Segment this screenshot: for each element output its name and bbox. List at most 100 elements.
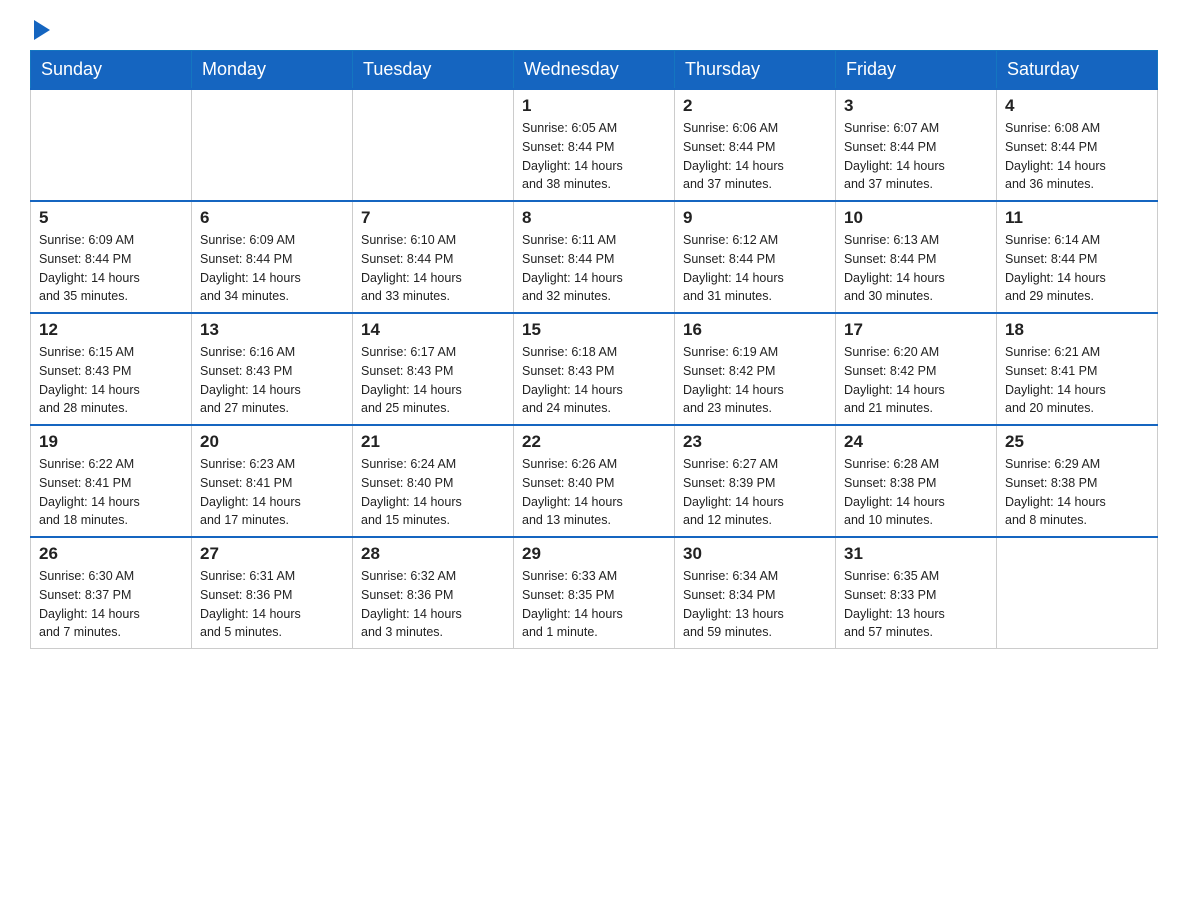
day-number: 7: [361, 208, 505, 228]
day-info: Sunrise: 6:05 AMSunset: 8:44 PMDaylight:…: [522, 119, 666, 194]
weekday-header-wednesday: Wednesday: [514, 51, 675, 90]
day-info: Sunrise: 6:33 AMSunset: 8:35 PMDaylight:…: [522, 567, 666, 642]
calendar-cell: [353, 89, 514, 201]
calendar-cell: 27 Sunrise: 6:31 AMSunset: 8:36 PMDayligh…: [192, 537, 353, 649]
calendar-cell: 20Sunrise: 6:23 AMSunset: 8:41 PMDayligh…: [192, 425, 353, 537]
day-number: 22: [522, 432, 666, 452]
day-number: 21: [361, 432, 505, 452]
calendar-cell: 23Sunrise: 6:27 AMSunset: 8:39 PMDayligh…: [675, 425, 836, 537]
day-info: Sunrise: 6:08 AMSunset: 8:44 PMDaylight:…: [1005, 119, 1149, 194]
day-info: Sunrise: 6:24 AMSunset: 8:40 PMDaylight:…: [361, 455, 505, 530]
day-number: 11: [1005, 208, 1149, 228]
calendar-cell: 28 Sunrise: 6:32 AMSunset: 8:36 PMDayligh…: [353, 537, 514, 649]
day-info: Sunrise: 6:17 AMSunset: 8:43 PMDaylight:…: [361, 343, 505, 418]
logo: [30, 20, 50, 40]
calendar-cell: 10 Sunrise: 6:13 AMSunset: 8:44 PMDayligh…: [836, 201, 997, 313]
day-info: Sunrise: 6:23 AMSunset: 8:41 PMDaylight:…: [200, 455, 344, 530]
calendar-cell: 24 Sunrise: 6:28 AMSunset: 8:38 PMDayligh…: [836, 425, 997, 537]
day-number: 13: [200, 320, 344, 340]
day-number: 3: [844, 96, 988, 116]
day-info: Sunrise: 6:14 AMSunset: 8:44 PMDaylight:…: [1005, 231, 1149, 306]
calendar-cell: 19Sunrise: 6:22 AMSunset: 8:41 PMDayligh…: [31, 425, 192, 537]
day-number: 19: [39, 432, 183, 452]
day-info: Sunrise: 6:34 AMSunset: 8:34 PMDaylight:…: [683, 567, 827, 642]
day-info: Sunrise: 6:32 AMSunset: 8:36 PMDaylight:…: [361, 567, 505, 642]
day-number: 12: [39, 320, 183, 340]
day-info: Sunrise: 6:10 AMSunset: 8:44 PMDaylight:…: [361, 231, 505, 306]
day-number: 8: [522, 208, 666, 228]
day-number: 6: [200, 208, 344, 228]
day-info: Sunrise: 6:13 AMSunset: 8:44 PMDaylight:…: [844, 231, 988, 306]
day-number: 18: [1005, 320, 1149, 340]
day-number: 17: [844, 320, 988, 340]
calendar-cell: 9 Sunrise: 6:12 AMSunset: 8:44 PMDaylight…: [675, 201, 836, 313]
day-info: Sunrise: 6:28 AMSunset: 8:38 PMDaylight:…: [844, 455, 988, 530]
calendar-cell: 30 Sunrise: 6:34 AMSunset: 8:34 PMDayligh…: [675, 537, 836, 649]
day-info: Sunrise: 6:06 AMSunset: 8:44 PMDaylight:…: [683, 119, 827, 194]
day-info: Sunrise: 6:30 AMSunset: 8:37 PMDaylight:…: [39, 567, 183, 642]
day-number: 31: [844, 544, 988, 564]
calendar-cell: 11 Sunrise: 6:14 AMSunset: 8:44 PMDayligh…: [997, 201, 1158, 313]
weekday-header-friday: Friday: [836, 51, 997, 90]
day-number: 2: [683, 96, 827, 116]
calendar-cell: [192, 89, 353, 201]
calendar-cell: 6 Sunrise: 6:09 AMSunset: 8:44 PMDaylight…: [192, 201, 353, 313]
calendar-cell: 12 Sunrise: 6:15 AMSunset: 8:43 PMDayligh…: [31, 313, 192, 425]
page-header: [30, 20, 1158, 40]
day-info: Sunrise: 6:31 AMSunset: 8:36 PMDaylight:…: [200, 567, 344, 642]
calendar-cell: 16 Sunrise: 6:19 AMSunset: 8:42 PMDayligh…: [675, 313, 836, 425]
calendar-cell: 2 Sunrise: 6:06 AMSunset: 8:44 PMDaylight…: [675, 89, 836, 201]
day-number: 24: [844, 432, 988, 452]
weekday-header-tuesday: Tuesday: [353, 51, 514, 90]
calendar-cell: 14 Sunrise: 6:17 AMSunset: 8:43 PMDayligh…: [353, 313, 514, 425]
day-number: 4: [1005, 96, 1149, 116]
calendar-cell: 18 Sunrise: 6:21 AMSunset: 8:41 PMDayligh…: [997, 313, 1158, 425]
day-number: 10: [844, 208, 988, 228]
day-info: Sunrise: 6:15 AMSunset: 8:43 PMDaylight:…: [39, 343, 183, 418]
calendar-cell: 4 Sunrise: 6:08 AMSunset: 8:44 PMDaylight…: [997, 89, 1158, 201]
calendar-cell: 13 Sunrise: 6:16 AMSunset: 8:43 PMDayligh…: [192, 313, 353, 425]
day-info: Sunrise: 6:16 AMSunset: 8:43 PMDaylight:…: [200, 343, 344, 418]
day-info: Sunrise: 6:12 AMSunset: 8:44 PMDaylight:…: [683, 231, 827, 306]
day-number: 26: [39, 544, 183, 564]
weekday-header-saturday: Saturday: [997, 51, 1158, 90]
calendar-cell: [31, 89, 192, 201]
day-number: 27: [200, 544, 344, 564]
day-number: 28: [361, 544, 505, 564]
calendar-cell: 1 Sunrise: 6:05 AMSunset: 8:44 PMDaylight…: [514, 89, 675, 201]
calendar-cell: 5Sunrise: 6:09 AMSunset: 8:44 PMDaylight…: [31, 201, 192, 313]
calendar-cell: 26 Sunrise: 6:30 AMSunset: 8:37 PMDayligh…: [31, 537, 192, 649]
day-number: 23: [683, 432, 827, 452]
calendar-cell: 15 Sunrise: 6:18 AMSunset: 8:43 PMDayligh…: [514, 313, 675, 425]
day-number: 5: [39, 208, 183, 228]
day-number: 15: [522, 320, 666, 340]
weekday-header-thursday: Thursday: [675, 51, 836, 90]
day-info: Sunrise: 6:21 AMSunset: 8:41 PMDaylight:…: [1005, 343, 1149, 418]
day-info: Sunrise: 6:18 AMSunset: 8:43 PMDaylight:…: [522, 343, 666, 418]
day-info: Sunrise: 6:11 AMSunset: 8:44 PMDaylight:…: [522, 231, 666, 306]
calendar-cell: 31Sunrise: 6:35 AMSunset: 8:33 PMDayligh…: [836, 537, 997, 649]
calendar-week-1: 1 Sunrise: 6:05 AMSunset: 8:44 PMDaylight…: [31, 89, 1158, 201]
day-info: Sunrise: 6:07 AMSunset: 8:44 PMDaylight:…: [844, 119, 988, 194]
calendar-week-2: 5 Sunrise: 6:09 AMSunset: 8:44 PMDaylight…: [31, 201, 1158, 313]
day-info: Sunrise: 6:19 AMSunset: 8:42 PMDaylight:…: [683, 343, 827, 418]
weekday-header-sunday: Sunday: [31, 51, 192, 90]
calendar-week-3: 12 Sunrise: 6:15 AMSunset: 8:43 PMDayligh…: [31, 313, 1158, 425]
weekday-header-row: SundayMondayTuesdayWednesdayThursdayFrid…: [31, 51, 1158, 90]
calendar-cell: 8 Sunrise: 6:11 AMSunset: 8:44 PMDaylight…: [514, 201, 675, 313]
day-number: 14: [361, 320, 505, 340]
day-number: 30: [683, 544, 827, 564]
weekday-header-monday: Monday: [192, 51, 353, 90]
day-info: Sunrise: 6:09 AMSunset: 8:44 PMDaylight:…: [200, 231, 344, 306]
calendar-cell: 22 Sunrise: 6:26 AMSunset: 8:40 PMDayligh…: [514, 425, 675, 537]
calendar-cell: 21 Sunrise: 6:24 AMSunset: 8:40 PMDayligh…: [353, 425, 514, 537]
day-number: 25: [1005, 432, 1149, 452]
day-number: 16: [683, 320, 827, 340]
day-number: 1: [522, 96, 666, 116]
day-number: 9: [683, 208, 827, 228]
calendar-cell: 25Sunrise: 6:29 AMSunset: 8:38 PMDayligh…: [997, 425, 1158, 537]
calendar-cell: 7 Sunrise: 6:10 AMSunset: 8:44 PMDaylight…: [353, 201, 514, 313]
calendar-cell: [997, 537, 1158, 649]
calendar-week-5: 26 Sunrise: 6:30 AMSunset: 8:37 PMDayligh…: [31, 537, 1158, 649]
day-info: Sunrise: 6:26 AMSunset: 8:40 PMDaylight:…: [522, 455, 666, 530]
